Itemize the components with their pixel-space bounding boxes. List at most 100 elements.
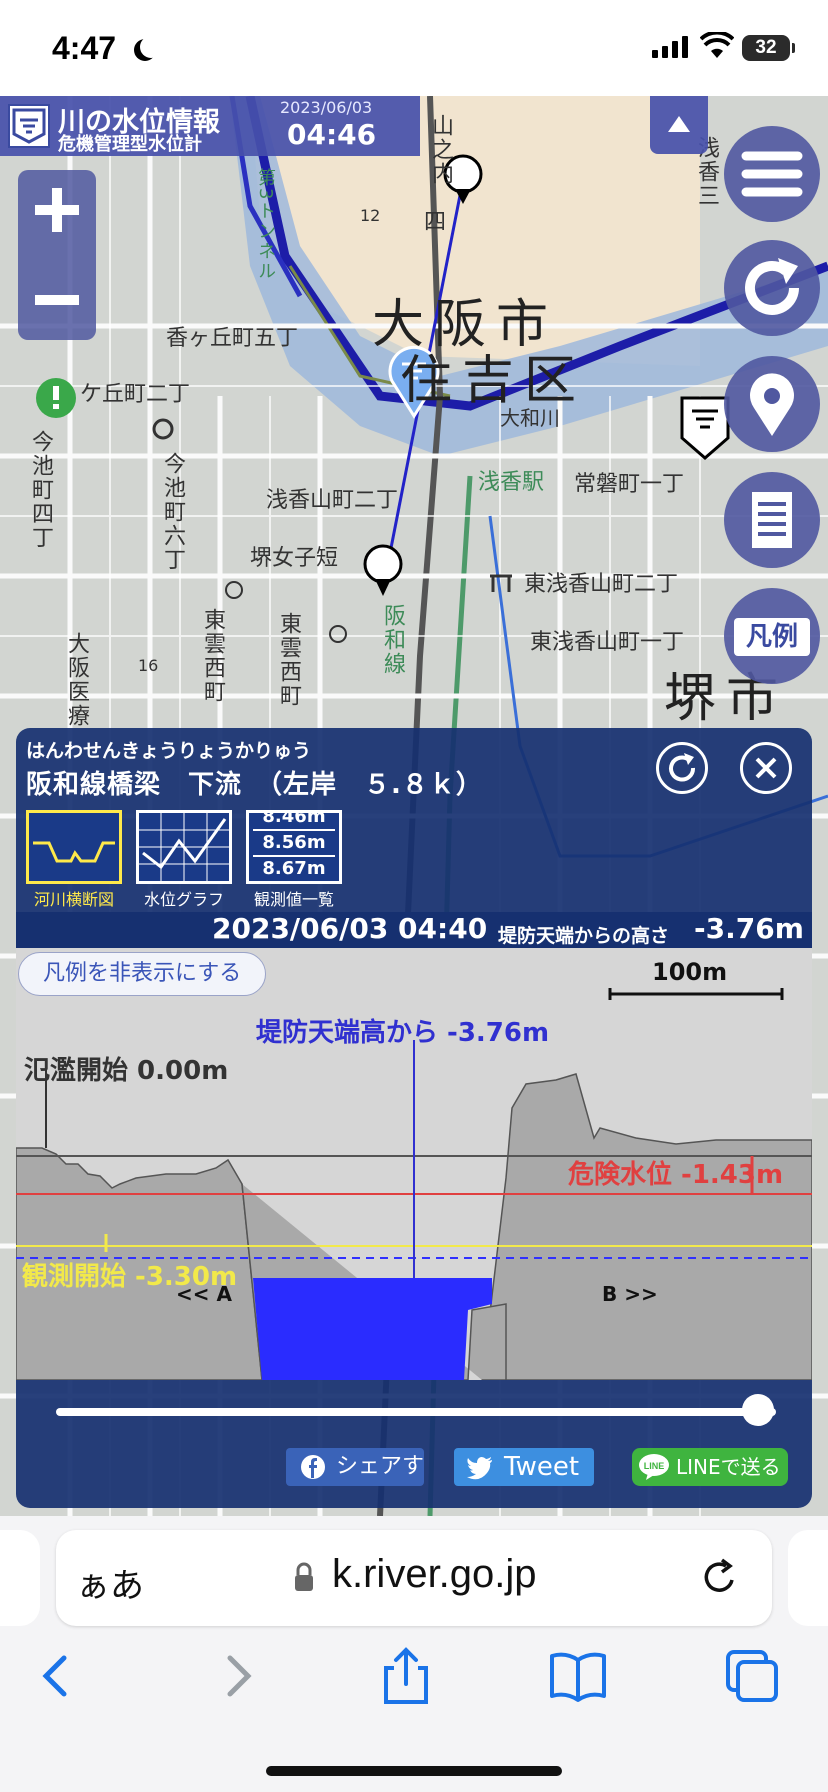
refresh-map-button[interactable] [724, 240, 820, 336]
status-bar: 4:47 32 [0, 0, 828, 96]
map-label-higashi-asakayama-1: 東浅香山町一丁 [530, 630, 685, 655]
map-label-osaka-iryo: 大阪医療 [64, 632, 89, 728]
next-tab-stub[interactable] [788, 1530, 828, 1626]
map-label-tokiwa: 常磐町一丁 [574, 472, 685, 497]
map-label-higashi-asakayama-2: 東浅香山町二丁 [524, 572, 679, 597]
graph-thumbnail [136, 810, 232, 884]
map-label-higashi-unemachi-2: 東雲西町 [276, 612, 301, 708]
hamburger-icon [741, 151, 803, 197]
location-button[interactable] [724, 356, 820, 452]
tab-label-cross-section: 河川横断図 [33, 890, 114, 909]
map-label-sakai-jotan: 堺女子短 [250, 546, 339, 571]
back-icon[interactable] [28, 1646, 88, 1706]
map-label-imaike-6: 今池町六丁 [160, 452, 185, 572]
map-label-kasugaoka-5: 香ヶ丘町五丁 [166, 326, 299, 351]
map-label-asakayama: 浅香山町二丁 [266, 488, 399, 513]
svg-text:LINE: LINE [644, 1461, 665, 1471]
refresh-icon [745, 258, 799, 315]
map-label-higashi-unemachi: 東雲西町 [200, 608, 225, 704]
home-indicator [266, 1766, 562, 1776]
flood-start-label: 氾濫開始 0.00m [24, 1056, 229, 1086]
observation-datetime: 2023/06/03 04:40 [212, 912, 488, 945]
menu-button[interactable] [724, 126, 820, 222]
battery-indicator: 32 [742, 35, 795, 61]
legend-button[interactable]: 凡例 [724, 588, 820, 684]
url-text: k.river.go.jp [332, 1552, 537, 1596]
legend-toggle-button[interactable]: 凡例を非表示にする [18, 952, 267, 996]
table-value: 8.56m [253, 831, 335, 857]
scale-label: 100m [652, 958, 728, 986]
station-info-panel: はんわせんきょうりょうかりゅう 阪和線橋梁 下流 （左岸 ５.８ｋ） 河川横断図… [16, 728, 812, 1508]
status-time: 4:47 [52, 30, 117, 66]
cross-section-thumbnail [26, 810, 122, 884]
left-bank-label: << A [176, 1282, 232, 1306]
close-icon [755, 757, 777, 779]
panel-close-button[interactable] [740, 742, 792, 794]
map-label-kasugaoka-2: ケ丘町二丁 [80, 382, 191, 407]
document-button[interactable] [724, 472, 820, 568]
tabs-icon[interactable] [722, 1646, 782, 1706]
table-value: 8.46m [253, 813, 335, 831]
plus-icon [35, 188, 79, 232]
previous-tab-stub[interactable] [0, 1530, 40, 1626]
scroll-top-button[interactable] [650, 96, 708, 154]
map-label-hanwa-line: 阪和線 [380, 604, 405, 676]
page-settings-button[interactable]: ぁあ [76, 1558, 144, 1607]
twitter-bird-icon [467, 1457, 492, 1480]
header-date: 2023/06/03 [280, 98, 373, 117]
facebook-share-button[interactable]: シェアす [286, 1448, 424, 1486]
wifi-icon [700, 32, 734, 58]
tweet-button[interactable]: Tweet [454, 1448, 594, 1486]
tweet-label: Tweet [504, 1452, 580, 1482]
lock-icon [295, 1562, 313, 1591]
reload-icon [669, 753, 696, 782]
tab-water-level-graph[interactable]: 水位グラフ [136, 810, 232, 910]
triangle-up-icon [668, 116, 690, 132]
station-kana: はんわせんきょうりょうかりゅう [26, 740, 312, 762]
facebook-share-label: シェアす [336, 1454, 425, 1479]
share-icon[interactable] [376, 1646, 436, 1706]
station-name: 阪和線橋梁 下流 （左岸 ５.８ｋ） [26, 770, 483, 800]
crest-height-label: 堤防天端高から -3.76m [256, 1018, 550, 1048]
observation-value: -3.76m [694, 912, 804, 945]
map-label-tunnel: 第3トンネル [255, 168, 276, 282]
line-share-label: LINEで送る [676, 1455, 781, 1479]
observation-summary: 2023/06/03 04:40 堤防天端からの高さ -3.76m [16, 912, 812, 948]
zoom-in-button[interactable] [18, 170, 96, 250]
panel-reload-button[interactable] [656, 742, 708, 794]
moon-icon [140, 36, 162, 58]
cellular-signal-icon [652, 36, 688, 58]
minus-icon [35, 295, 79, 305]
danger-level-label: 危険水位 -1.43m [568, 1160, 784, 1190]
river-cross-section: 凡例を非表示にする 100m 堤防天端高から -3.76m 氾濫開始 0.00m… [16, 948, 812, 1380]
app-logo-icon[interactable] [8, 104, 50, 148]
zoom-controls [18, 170, 96, 340]
tab-cross-section[interactable]: 河川横断図 [26, 810, 122, 910]
address-bar[interactable]: ぁあ k.river.go.jp [56, 1530, 772, 1626]
reload-page-icon[interactable] [698, 1556, 742, 1600]
tab-label-water-level-graph: 水位グラフ [143, 890, 224, 909]
tab-observation-list[interactable]: 8.46m 8.56m 8.67m 観測値一覧 [246, 810, 342, 910]
facebook-icon [301, 1455, 325, 1479]
browser-chrome: ぁあ k.river.go.jp [0, 1516, 828, 1792]
map-label-asaka-station: 浅香駅 [478, 470, 545, 495]
time-slider-thumb[interactable] [742, 1394, 774, 1426]
app-subtitle: 危機管理型水位計 [58, 134, 202, 155]
map-label-twelve: 12 [360, 206, 381, 225]
table-value: 8.67m [262, 858, 326, 879]
time-slider-track[interactable] [56, 1408, 776, 1416]
legend-chars: 凡例 [734, 618, 810, 656]
header-time: 04:46 [287, 118, 377, 151]
map-label-sixteen: 16 [138, 656, 159, 675]
observation-caption: 堤防天端からの高さ [498, 925, 670, 947]
map-label-yamanouchi: 山之内 [428, 114, 453, 186]
map-label-river: 大和川 [500, 406, 560, 430]
zoom-out-button[interactable] [18, 260, 96, 340]
line-icon: LINE [639, 1454, 669, 1480]
line-share-button[interactable]: LINE LINEで送る [632, 1448, 788, 1486]
tab-label-observation-list: 観測値一覧 [253, 890, 334, 909]
bookmarks-icon[interactable] [548, 1646, 608, 1706]
right-bank-label: B >> [602, 1282, 658, 1306]
location-pin-icon [750, 373, 794, 436]
forward-icon[interactable] [206, 1646, 266, 1706]
